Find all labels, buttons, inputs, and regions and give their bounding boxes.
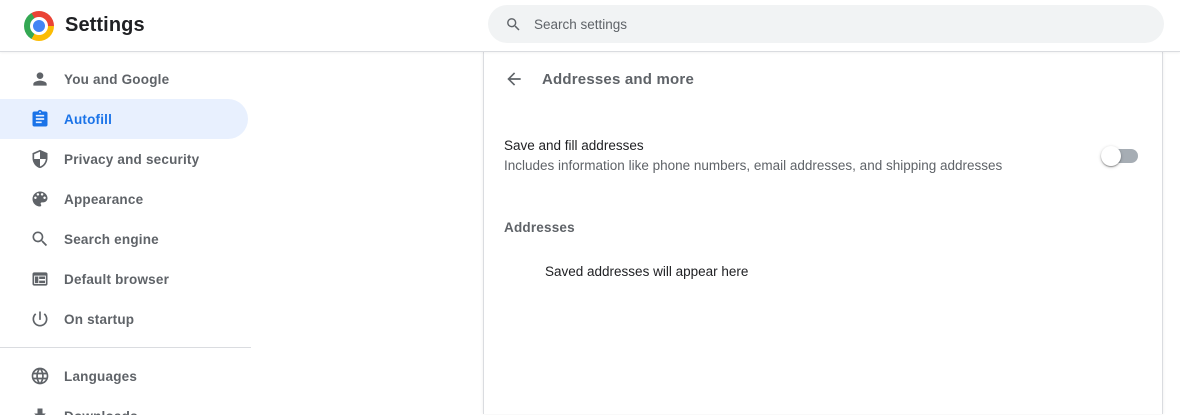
sidebar-item-label: Privacy and security	[64, 152, 199, 167]
addresses-section-heading: Addresses	[484, 220, 1162, 235]
sidebar-item-languages[interactable]: Languages	[0, 356, 251, 396]
save-and-fill-text: Save and fill addresses Includes informa…	[504, 136, 1101, 176]
sidebar-item-label: Languages	[64, 369, 137, 384]
sidebar-item-label: Downloads	[64, 409, 138, 415]
sidebar-item-search-engine[interactable]: Search engine	[0, 219, 251, 259]
sidebar-item-on-startup[interactable]: On startup	[0, 299, 251, 339]
search-icon	[505, 16, 522, 33]
back-arrow-icon[interactable]	[504, 69, 524, 89]
sidebar-item-label: Appearance	[64, 192, 143, 207]
download-icon	[30, 406, 50, 415]
search-bar[interactable]	[488, 5, 1164, 43]
sidebar-item-default-browser[interactable]: Default browser	[0, 259, 251, 299]
sidebar-item-appearance[interactable]: Appearance	[0, 179, 251, 219]
addresses-empty-message: Saved addresses will appear here	[484, 264, 1162, 279]
clipboard-icon	[30, 109, 50, 129]
settings-page: You and Google Autofill Privacy and secu…	[0, 52, 1180, 414]
shield-icon	[30, 149, 50, 169]
palette-icon	[30, 189, 50, 209]
toolbar: Settings	[0, 0, 1180, 52]
browser-window-icon	[30, 269, 50, 289]
save-and-fill-toggle[interactable]	[1101, 146, 1138, 166]
sidebar-item-label: Autofill	[64, 112, 112, 127]
sidebar-item-label: Search engine	[64, 232, 159, 247]
search-icon	[30, 229, 50, 249]
sidebar-item-label: You and Google	[64, 72, 169, 87]
person-icon	[30, 69, 50, 89]
sidebar-item-label: On startup	[64, 312, 134, 327]
toggle-knob	[1101, 146, 1121, 166]
sidebar-item-downloads[interactable]: Downloads	[0, 396, 251, 415]
settings-card: Addresses and more Save and fill address…	[483, 52, 1163, 414]
chrome-logo	[24, 11, 54, 41]
sidebar-item-privacy-and-security[interactable]: Privacy and security	[0, 139, 251, 179]
sidebar-item-autofill[interactable]: Autofill	[0, 99, 248, 139]
save-and-fill-label: Save and fill addresses	[504, 136, 1101, 156]
sidebar-divider	[0, 347, 251, 348]
sidebar-item-label: Default browser	[64, 272, 169, 287]
search-input[interactable]	[534, 17, 1148, 32]
power-icon	[30, 309, 50, 329]
globe-icon	[30, 366, 50, 386]
save-and-fill-description: Includes information like phone numbers,…	[504, 156, 1101, 176]
save-and-fill-addresses-row[interactable]: Save and fill addresses Includes informa…	[484, 136, 1162, 176]
settings-sidebar: You and Google Autofill Privacy and secu…	[0, 52, 251, 414]
page-title: Settings	[65, 14, 145, 37]
subpage-header: Addresses and more	[484, 60, 1162, 98]
subpage-title: Addresses and more	[542, 71, 694, 88]
sidebar-item-you-and-google[interactable]: You and Google	[0, 59, 251, 99]
